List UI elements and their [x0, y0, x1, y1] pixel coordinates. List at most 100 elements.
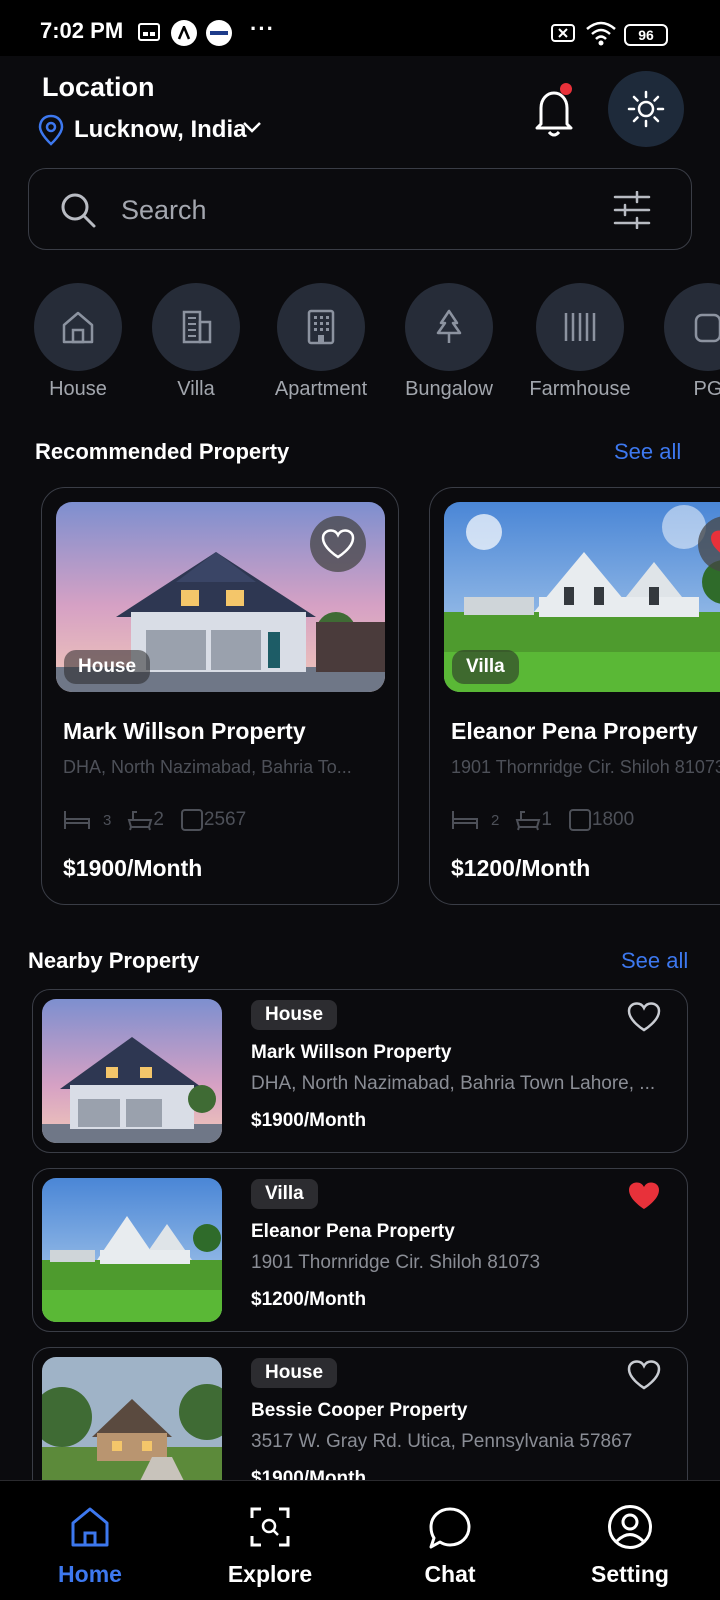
- property-thumbnail: [42, 1178, 222, 1322]
- search-input[interactable]: Search: [28, 168, 692, 250]
- category-label: Bungalow: [405, 378, 493, 400]
- battery-icon: 96: [624, 24, 668, 46]
- property-tag: House: [251, 1358, 338, 1388]
- bath-icon: [128, 811, 153, 831]
- nav-chat-tab[interactable]: [428, 1506, 472, 1555]
- bath-icon: [516, 811, 541, 831]
- status-bar: 7:02 PM ··· 96: [0, 0, 720, 56]
- status-time: 7:02 PM: [40, 18, 124, 43]
- category-villa[interactable]: [152, 283, 240, 371]
- category-apartment[interactable]: [277, 283, 365, 371]
- property-thumbnail: [42, 999, 222, 1143]
- list-item[interactable]: House Bessie Cooper Property 3517 W. Gra…: [32, 1347, 688, 1487]
- property-tag: House: [64, 650, 151, 684]
- recommended-title: Recommended Property: [35, 439, 290, 464]
- beds-count: 3: [103, 811, 112, 829]
- bed-icon: [64, 811, 90, 829]
- battery-level: 96: [638, 27, 654, 43]
- baths-count: 1: [541, 809, 552, 830]
- bed-icon: [452, 811, 478, 829]
- heart-outline-icon: [321, 529, 355, 559]
- category-label: Farmhouse: [529, 378, 631, 400]
- list-item[interactable]: House Mark Willson Property DHA, North N…: [32, 989, 688, 1153]
- property-address: DHA, North Nazimabad, Bahria To...: [63, 757, 352, 777]
- property-title: Mark Willson Property: [63, 718, 306, 744]
- nav-setting-label[interactable]: Setting: [550, 1561, 710, 1588]
- nav-explore-label[interactable]: Explore: [190, 1561, 350, 1588]
- property-title: Bessie Cooper Property: [251, 1400, 468, 1421]
- category-label: Apartment: [274, 378, 368, 400]
- area-value: 1800: [591, 809, 635, 830]
- house-icon: [62, 311, 94, 344]
- property-features: 2 1 1800: [451, 808, 634, 832]
- property-tag: Villa: [452, 650, 519, 684]
- nav-explore-tab[interactable]: [249, 1506, 291, 1553]
- heart-outline-icon: [627, 1360, 661, 1390]
- list-item[interactable]: Villa Eleanor Pena Property 1901 Thornri…: [32, 1168, 688, 1332]
- location-pin-icon: [38, 114, 64, 146]
- nav-home-tab[interactable]: [69, 1505, 111, 1552]
- sun-icon: [627, 90, 665, 128]
- search-placeholder: Search: [121, 195, 207, 225]
- favorite-button[interactable]: [627, 1002, 661, 1037]
- category-farmhouse[interactable]: [536, 283, 624, 371]
- property-title: Mark Willson Property: [251, 1042, 452, 1063]
- nav-setting-tab[interactable]: [607, 1504, 653, 1555]
- apartment-icon: [307, 309, 335, 345]
- property-image: Villa: [444, 502, 720, 692]
- scan-search-icon: [250, 1507, 290, 1547]
- property-card[interactable]: House Mark Willson Property DHA, North N…: [41, 487, 399, 905]
- property-address: 1901 Thornridge Cir. Shiloh 81073: [451, 757, 720, 777]
- area-icon: [568, 809, 591, 831]
- category-label: Villa: [177, 378, 215, 400]
- property-thumbnail: [42, 1357, 222, 1487]
- recommended-see-all-link[interactable]: See all: [614, 439, 681, 465]
- filter-icon: [613, 191, 651, 229]
- property-address: 3517 W. Gray Rd. Utica, Pennsylvania 578…: [251, 1431, 633, 1452]
- theme-toggle-button[interactable]: [608, 71, 684, 147]
- property-tag: House: [251, 1000, 338, 1030]
- location-label: Location: [42, 72, 155, 102]
- property-price: $1200/Month: [251, 1289, 367, 1310]
- nav-chat-label[interactable]: Chat: [370, 1561, 530, 1588]
- pg-icon: [694, 313, 720, 343]
- category-pg[interactable]: [664, 283, 720, 371]
- chat-bubble-icon: [429, 1507, 471, 1549]
- user-icon: [608, 1505, 652, 1549]
- wifi-icon: [585, 20, 617, 46]
- property-image: House: [56, 502, 385, 692]
- no-sim-icon: [551, 23, 575, 43]
- search-icon: [61, 193, 96, 228]
- property-title: Eleanor Pena Property: [251, 1221, 455, 1242]
- beds-count: 2: [491, 811, 500, 829]
- property-price: $1200/Month: [451, 855, 591, 881]
- bell-icon: [535, 83, 573, 137]
- app-notification-icon: [171, 20, 197, 46]
- property-title: Eleanor Pena Property: [451, 718, 698, 744]
- nav-home-label[interactable]: Home: [10, 1561, 170, 1588]
- more-notifications-icon: ···: [250, 16, 275, 41]
- property-price: $1900/Month: [251, 1110, 367, 1131]
- category-bungalow[interactable]: [405, 283, 493, 371]
- location-value[interactable]: Lucknow, India: [74, 116, 246, 144]
- nearby-see-all-link[interactable]: See all: [621, 948, 688, 974]
- heart-filled-icon: [711, 530, 720, 553]
- gallery-notification-icon: [138, 22, 160, 42]
- notification-button[interactable]: [519, 76, 589, 146]
- heart-outline-icon: [627, 1002, 661, 1032]
- bank-notification-icon: [206, 20, 232, 46]
- property-card[interactable]: Villa Eleanor Pena Property 1901 Thornri…: [429, 487, 720, 905]
- property-address: 1901 Thornridge Cir. Shiloh 81073: [251, 1252, 541, 1273]
- favorite-button[interactable]: [627, 1181, 661, 1216]
- category-label: PG: [693, 378, 720, 400]
- building-icon: [182, 310, 212, 344]
- heart-filled-icon: [629, 1182, 659, 1209]
- chevron-down-icon[interactable]: [242, 120, 262, 134]
- area-value: 2567: [203, 809, 247, 830]
- category-house[interactable]: [34, 283, 122, 371]
- favorite-button[interactable]: [310, 516, 366, 572]
- nearby-title: Nearby Property: [28, 948, 200, 973]
- favorite-button[interactable]: [627, 1360, 661, 1395]
- property-price: $1900/Month: [63, 855, 203, 881]
- baths-count: 2: [153, 809, 164, 830]
